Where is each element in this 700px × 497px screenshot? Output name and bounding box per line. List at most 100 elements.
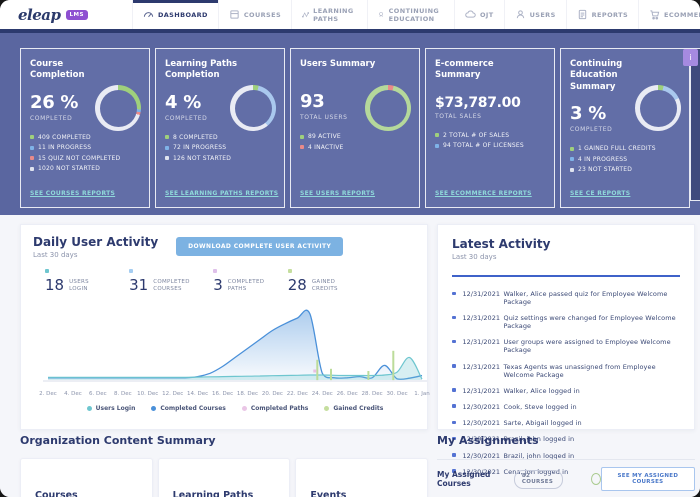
x-tick-label: 14. Dec [187,391,209,397]
see-ecommerce-reports-link[interactable]: SEE ECOMMERCE REPORTS [435,190,532,197]
stat-users-login: 18 USERS LOGIN [45,269,105,294]
activity-date: 12/30/2021 [462,402,500,411]
legend-dot [570,146,574,151]
card-title: Learning Paths Completion [165,59,238,81]
nav-ecommerce[interactable]: ECOMMERCE [638,0,700,29]
chart-legend: Users Login Completed Courses Completed Pa… [43,405,427,412]
see-courses-reports-link[interactable]: SEE COURSES REPORTS [30,190,115,197]
nav-courses[interactable]: COURSES [217,0,291,29]
legend-dot [241,406,247,411]
x-tick-label: 20. Dec [261,391,283,397]
my-assignments-section: My Assignments My Assigned Courses 82 CO… [437,434,695,497]
bullet-icon [452,404,456,408]
activity-date: 12/31/2021 [462,362,500,371]
download-user-activity-button[interactable]: DOWNLOAD COMPLETE USER ACTIVITY [176,237,344,256]
card-users-summary: Users Summary 93 TOTAL USERS 89 ACTIVE 4… [290,48,420,208]
card-ecommerce-summary: E-commerce Summary $73,787.00 TOTAL SALE… [425,48,555,208]
see-my-assigned-courses-button[interactable]: SEE MY ASSIGNED COURSES [600,467,695,491]
x-tick-label: 16. Dec [211,391,234,397]
x-tick-label: 10. Dec [137,391,159,397]
courses-icon [230,10,239,19]
donut-chart [365,85,411,131]
org-card-events[interactable]: Events [295,458,429,497]
card-learning-paths-completion: Learning Paths Completion 4 % COMPLETED … [155,48,285,208]
reports-icon [578,9,586,20]
org-card-learning-paths[interactable]: Learning Paths [157,458,291,497]
legend-dot [30,166,34,171]
blue-divider [452,275,680,277]
lms-badge: LMS [65,9,88,20]
chart-legend-item[interactable]: Completed Paths [241,405,308,412]
partial-offscreen-card [690,48,700,201]
top-navigation-bar: eleap LMS DASHBOARD COURSES LEARNING PAT… [0,0,700,29]
activity-list-item: 12/31/2021 Walker, Alice passed quiz for… [452,290,680,306]
card-legend: 89 ACTIVE 4 INACTIVE [300,133,410,151]
chart-legend-item[interactable]: Completed Courses [151,405,226,412]
nav-users[interactable]: USERS [503,0,566,29]
legend-dot [86,406,92,411]
legend-dot [165,156,169,161]
legend-dot [324,406,330,411]
activity-list-item: 12/30/2021 Sarte, Abigail logged in [452,419,680,427]
bullet-icon [452,420,456,425]
activity-list-item: 12/31/2021 Walker, Alice logged in [452,387,680,395]
card-course-completion: Course Completion 26 % COMPLETED 409 COM… [20,48,150,208]
nav-ojt[interactable]: OJT [453,0,504,29]
card-legend: 1 GAINED FULL CREDITS 4 IN PROGRESS 23 N… [570,145,680,173]
daily-activity-title: Daily User Activity [33,235,159,249]
x-tick-label: 6. Dec [89,391,107,397]
x-tick-label: 22. Dec [286,391,308,397]
app-logo[interactable]: eleap LMS [0,0,102,29]
bullet-icon [452,388,456,392]
activity-text: Cook, Steve logged in [503,402,577,411]
progress-spinner [590,473,601,485]
see-users-reports-link[interactable]: SEE USERS REPORTS [300,190,375,197]
card-value-label: TOTAL SALES [435,112,482,120]
divider [437,459,695,460]
nav-learning-paths[interactable]: LEARNING PATHS [291,0,367,29]
see-ce-reports-link[interactable]: SEE CE REPORTS [570,190,630,197]
activity-list-item: 12/31/2021 Texas Agents was unassigned f… [452,363,680,379]
summary-cards: Course Completion 26 % COMPLETED 409 COM… [20,48,690,208]
legend-dot [165,135,169,140]
ojt-icon [465,10,476,18]
course-count-badge: 82 COURSES [513,469,563,489]
legend-dot [300,134,304,139]
x-tick-label: 18. Dec [236,391,259,397]
info-tab-button[interactable]: i [683,49,698,66]
activity-text: Texas Agents was unassigned from Employe… [503,362,656,379]
assigned-courses-row: My Assigned Courses 82 COURSES SEE MY AS… [437,467,695,491]
x-tick-label: 26. Dec [336,391,358,397]
activity-list-item: 12/31/2021 Quiz settings were changed fo… [452,314,680,330]
legend-dot [435,133,439,138]
nav-reports[interactable]: REPORTS [565,0,638,29]
donut-chart [95,85,141,131]
activity-list-item: 12/31/2021 User groups were assigned to … [452,338,680,354]
dashboard-icon [143,12,154,18]
activity-date: 12/31/2021 [462,314,500,323]
card-title: Users Summary [300,59,376,69]
activity-date: 12/30/2021 [462,419,500,428]
main-content: Daily User Activity Last 30 days DOWNLOA… [0,215,700,497]
x-tick-label: 4. Dec [64,391,82,397]
daily-activity-subtitle: Last 30 days [33,251,78,259]
donut-chart [635,85,681,131]
users-icon [516,10,524,19]
activity-line-chart [43,309,427,382]
chart-legend-item[interactable]: Users Login [86,405,135,412]
x-tick-label: 1. Jan [414,391,430,397]
bullet-icon [452,291,456,295]
activity-date: 12/31/2021 [462,338,500,347]
nav-continuing-education[interactable]: CONTINUING EDUCATION [367,0,454,29]
daily-user-activity-panel: Daily User Activity Last 30 days DOWNLOA… [20,224,430,430]
main-nav: DASHBOARD COURSES LEARNING PATHS CONTINU… [131,0,700,29]
nav-dashboard[interactable]: DASHBOARD [131,0,218,29]
chart-legend-item[interactable]: Gained Credits [324,405,383,412]
see-learning-paths-reports-link[interactable]: SEE LEARNING PATHS REPORTS [165,190,278,197]
brand-wordmark: eleap [18,5,61,24]
learning-paths-icon [302,12,310,18]
org-card-courses[interactable]: Courses [20,458,153,497]
card-continuing-education-summary: Continuing Education Summary 3 % COMPLET… [560,48,690,208]
card-title: E-commerce Summary [435,59,494,81]
org-content-summary-section: Organization Content Summary Courses Lea… [20,434,429,497]
